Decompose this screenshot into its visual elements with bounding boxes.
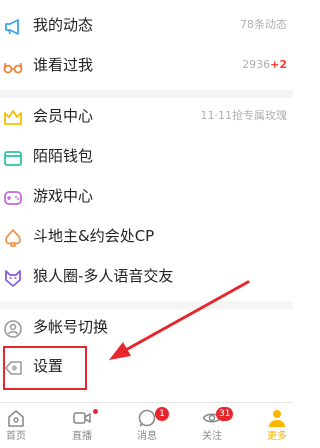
menu-item-game-center[interactable]: 游戏中心 bbox=[0, 178, 293, 218]
menu-item-label: 谁看过我 bbox=[33, 56, 94, 74]
visitor-count: 2936+2 bbox=[242, 58, 287, 71]
messages-badge: 1 bbox=[155, 407, 169, 421]
tab-following[interactable]: 31 关注 bbox=[183, 403, 241, 448]
feed-count: 78条动态 bbox=[240, 18, 287, 31]
menu-item-label: 多帐号切换 bbox=[33, 318, 109, 336]
vip-promo: 11·11抢专属玫瑰 bbox=[200, 109, 288, 122]
chat-bubble-icon bbox=[137, 408, 157, 428]
home-icon bbox=[6, 408, 26, 428]
user-icon bbox=[3, 319, 23, 339]
menu-item-label: 陌陌钱包 bbox=[33, 147, 94, 165]
wallet-icon bbox=[3, 148, 23, 168]
menu-item-vip-center[interactable]: 会员中心 11·11抢专属玫瑰 bbox=[0, 98, 293, 138]
bottom-tab-bar: 首页 直播 1 消息 31 关注 更多 bbox=[0, 402, 293, 447]
menu-item-label: 狼人圈-多人语音交友 bbox=[33, 267, 174, 285]
menu-item-switch-account[interactable]: 多帐号切换 bbox=[0, 309, 293, 349]
menu-item-label: 会员中心 bbox=[33, 107, 94, 125]
section-divider bbox=[0, 90, 293, 98]
section-divider bbox=[0, 301, 293, 309]
following-badge: 31 bbox=[216, 407, 234, 421]
tab-label: 直播 bbox=[72, 431, 92, 442]
tab-live[interactable]: 直播 bbox=[53, 403, 111, 448]
tab-label: 消息 bbox=[137, 431, 157, 442]
live-dot-indicator bbox=[93, 409, 98, 414]
menu-item-my-feed[interactable]: 我的动态 78条动态 bbox=[0, 7, 293, 47]
megaphone-icon bbox=[3, 17, 23, 37]
gamepad-icon bbox=[3, 188, 23, 208]
glasses-icon bbox=[3, 57, 23, 77]
menu-item-label: 游戏中心 bbox=[33, 187, 94, 205]
menu-item-visitors[interactable]: 谁看过我 2936+2 bbox=[0, 47, 293, 87]
person-icon bbox=[267, 408, 287, 428]
menu-item-werewolf[interactable]: 狼人圈-多人语音交友 bbox=[0, 258, 293, 298]
menu-item-landlord-game[interactable]: 斗地主&约会处CP bbox=[0, 218, 293, 258]
settings-highlight-box bbox=[3, 346, 87, 390]
spade-icon bbox=[3, 228, 23, 248]
tab-home[interactable]: 首页 bbox=[0, 403, 45, 448]
crown-icon bbox=[3, 108, 23, 128]
visitor-new-count: +2 bbox=[270, 58, 287, 71]
menu-item-label: 我的动态 bbox=[33, 16, 94, 34]
tab-label: 首页 bbox=[6, 431, 26, 442]
menu-item-wallet[interactable]: 陌陌钱包 bbox=[0, 138, 293, 178]
tab-messages[interactable]: 1 消息 bbox=[118, 403, 176, 448]
tab-label: 关注 bbox=[202, 431, 222, 442]
tab-more[interactable]: 更多 bbox=[248, 403, 306, 448]
wolf-icon bbox=[3, 268, 23, 288]
menu-item-label: 斗地主&约会处CP bbox=[33, 227, 155, 245]
tab-label: 更多 bbox=[267, 431, 287, 442]
video-camera-icon bbox=[72, 408, 92, 428]
